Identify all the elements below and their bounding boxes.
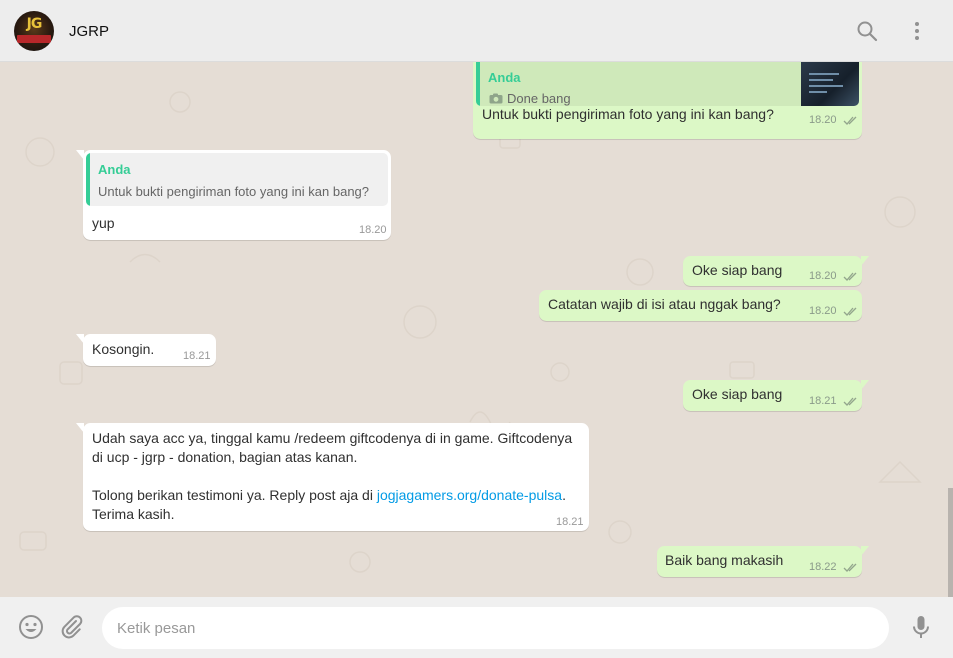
composer-bar: Ketik pesan [0,597,953,658]
message-time: 18.22 [809,561,858,573]
bubble-tail [861,256,869,266]
message-input[interactable]: Ketik pesan [102,607,889,649]
quote-text: Done bang [507,91,571,106]
message-text: Catatan wajib di isi atau nggak bang? [548,296,781,312]
message-bubble-incoming[interactable]: Anda Untuk bukti pengiriman foto yang in… [83,150,391,240]
quote-bar [476,62,480,106]
quote-bar [86,153,90,206]
quote-author: Anda [98,162,131,177]
microphone-icon[interactable] [908,614,934,640]
message-time: 18.20 [809,114,858,126]
message-text-line: Udah saya acc ya, tinggal kamu /redeem g… [92,430,573,446]
contact-avatar[interactable]: JG [14,11,54,51]
read-ticks-icon [843,563,857,572]
message-text: yup [92,215,115,231]
message-text-line: Tolong berikan testimoni ya. Reply post … [92,486,566,505]
message-bubble-outgoing[interactable]: Anda Done bang Untuk bukti pengiriman fo… [473,62,862,139]
message-time: 18.20 [809,305,858,317]
quoted-message[interactable]: Anda Untuk bukti pengiriman foto yang in… [86,153,388,206]
message-text: Untuk bukti pengiriman foto yang ini kan… [482,106,774,122]
paperclip-icon[interactable] [59,614,85,640]
quoted-message[interactable]: Anda Done bang [476,62,859,106]
quote-text: Untuk bukti pengiriman foto yang ini kan… [98,184,370,199]
donate-pulsa-link[interactable]: jogjagamers.org/donate-pulsa [377,487,562,503]
message-bubble-incoming[interactable]: Kosongin. 18.21 [83,334,216,366]
read-ticks-icon [843,397,857,406]
avatar-banner [17,35,51,43]
chat-scrollbar[interactable] [947,62,953,597]
message-input-placeholder: Ketik pesan [117,620,196,637]
scrollbar-thumb[interactable] [948,488,953,597]
message-bubble-outgoing[interactable]: Oke siap bang 18.20 [683,256,862,286]
message-time: 18.21 [183,350,211,362]
message-bubble-outgoing[interactable]: Baik bang makasih 18.22 [657,546,862,577]
quote-author: Anda [488,70,521,85]
bubble-tail [861,380,869,390]
message-text-segment: . [562,487,566,503]
more-vertical-icon[interactable] [905,19,929,43]
bubble-tail [861,546,869,556]
message-text: Oke siap bang [692,386,783,402]
message-time: 18.21 [556,516,584,528]
read-ticks-icon [843,272,857,281]
message-time: 18.20 [809,270,858,282]
message-bubble-outgoing[interactable]: Catatan wajib di isi atau nggak bang? 18… [539,290,862,321]
message-text-line: di ucp - jgrp - donation, bagian atas ka… [92,449,358,465]
camera-icon [489,93,503,104]
message-text: Oke siap bang [692,262,783,278]
contact-name[interactable]: JGRP [69,23,109,40]
read-ticks-icon [843,307,857,316]
message-time: 18.21 [809,395,858,407]
chat-header: JG JGRP [0,0,953,62]
message-bubble-incoming[interactable]: Udah saya acc ya, tinggal kamu /redeem g… [83,423,589,531]
message-list[interactable]: Anda Done bang Untuk bukti pengiriman fo… [0,62,953,597]
message-text: Baik bang makasih [665,552,784,568]
message-time: 18.20 [359,224,387,236]
message-text: Kosongin. [92,341,155,357]
search-icon[interactable] [855,19,879,43]
avatar-logo: JG [26,16,43,32]
emoji-icon[interactable] [18,614,44,640]
message-text-line: Terima kasih. [92,506,175,522]
message-text-segment: Tolong berikan testimoni ya. Reply post … [92,487,377,503]
read-ticks-icon [843,116,857,125]
quote-thumbnail[interactable] [801,62,859,106]
message-bubble-outgoing[interactable]: Oke siap bang 18.21 [683,380,862,411]
